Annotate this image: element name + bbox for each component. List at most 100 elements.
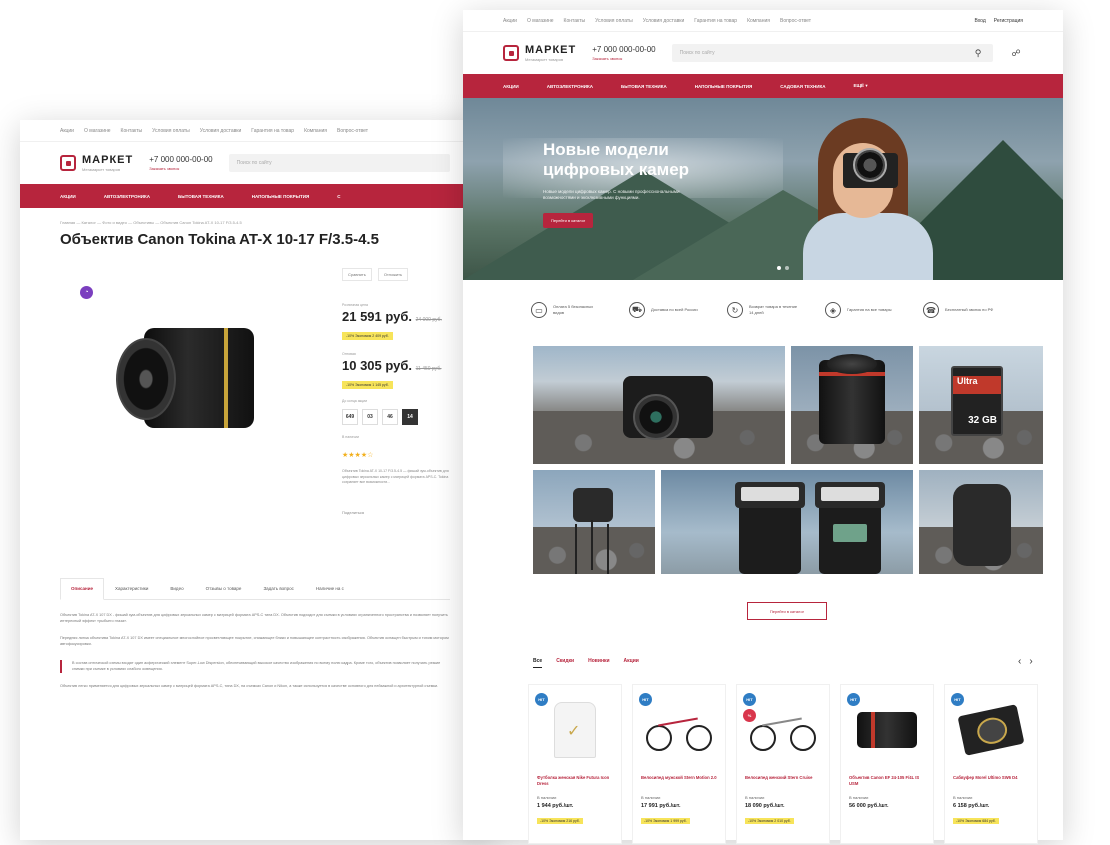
- chevron-left-icon[interactable]: ‹: [1018, 656, 1021, 667]
- top-nav-link[interactable]: Контакты: [564, 18, 586, 24]
- hero-banner: Новые модели цифровых камер Новые модели…: [463, 98, 1063, 280]
- top-nav-link[interactable]: Условия доставки: [643, 18, 685, 24]
- search-input[interactable]: Поиск по сайту ⚲: [671, 44, 993, 62]
- category-tile-flashes[interactable]: [661, 470, 913, 574]
- price-old: 24 000 руб.: [415, 317, 442, 323]
- tab-video[interactable]: Видео: [159, 578, 194, 599]
- menu-item[interactable]: Акции: [60, 194, 76, 199]
- menu-item-more[interactable]: Ещё ▾: [853, 83, 867, 89]
- product-name[interactable]: Сабвуфер Morel Ultimo SW6 D4: [953, 775, 1029, 789]
- tab-new[interactable]: Новинки: [588, 658, 609, 668]
- top-nav-link[interactable]: Вопрос-ответ: [337, 128, 368, 134]
- logo-icon: [503, 45, 519, 61]
- tab-reviews[interactable]: Отзывы о товаре: [195, 578, 253, 599]
- lens-front-glass: [116, 338, 176, 420]
- search-input[interactable]: Поиск по сайту: [228, 154, 450, 172]
- saving-badge: -10% Экономия 2 409 руб.: [342, 332, 393, 340]
- top-nav-link[interactable]: Условия оплаты: [595, 18, 633, 24]
- top-nav-link[interactable]: О магазине: [527, 18, 554, 24]
- menu-item[interactable]: С: [337, 194, 340, 199]
- header: МАРКЕТ Мегамаркет товаров +7 000 000-00-…: [20, 142, 490, 184]
- product-price: 18 090 руб./шт.: [745, 803, 785, 809]
- product-name[interactable]: Футболка женская Nike Futura Icon Dress: [537, 775, 613, 789]
- saving-badge: -10% Экономия 1 999 руб.: [641, 818, 690, 824]
- product-name[interactable]: Велосипед женский Stern Cruise: [745, 775, 821, 789]
- header: МАРКЕТ Мегамаркет товаров +7 000 000-00-…: [463, 32, 1063, 74]
- tab-specs[interactable]: Характеристики: [104, 578, 159, 599]
- top-nav-link[interactable]: Условия оплаты: [152, 128, 190, 134]
- cart-icon[interactable]: ☍: [1009, 46, 1023, 60]
- feature-item: ↻ Возврат товара в течение 14 дней: [727, 302, 799, 318]
- product-carousel: HIT Футболка женская Nike Futura Icon Dr…: [528, 684, 1038, 844]
- category-tile-lenses[interactable]: [791, 346, 913, 464]
- phone-number[interactable]: +7 000 000-00-00: [592, 45, 655, 54]
- top-nav-link[interactable]: Гарантия на товар: [251, 128, 294, 134]
- price-old: 11 450 руб.: [415, 366, 442, 372]
- product-name[interactable]: Объектив Canon EF 24-105 F/4L IS USM: [849, 775, 925, 789]
- top-nav-link[interactable]: О магазине: [84, 128, 111, 134]
- saving-badge: -10% Экономия 216 руб.: [537, 818, 583, 824]
- category-tile-cameras[interactable]: [533, 346, 785, 464]
- chevron-right-icon[interactable]: ›: [1029, 656, 1032, 667]
- tab-availability[interactable]: Наличие на с: [305, 578, 355, 599]
- tab-promo[interactable]: Акции: [624, 658, 639, 668]
- menu-item[interactable]: Бытовая техника: [178, 194, 224, 199]
- menu-item[interactable]: Автоэлектроника: [547, 84, 593, 89]
- page-title: Объектив Canon Tokina AT-X 10-17 F/3.5-4…: [60, 231, 379, 248]
- menu-item[interactable]: Напольные покрытия: [695, 84, 752, 89]
- product-card[interactable]: HIT Велосипед мужской Stern Motion 2.0 В…: [632, 684, 726, 844]
- product-main: ◔ Сравнить Отложить Розничная цена 21 59…: [20, 248, 490, 578]
- hit-badge: HIT: [639, 693, 652, 706]
- callback-link[interactable]: Заказать звонок: [149, 166, 212, 171]
- hit-badge: HIT: [951, 693, 964, 706]
- product-image[interactable]: [116, 318, 266, 448]
- menu-item[interactable]: Бытовая техника: [621, 84, 667, 89]
- login-link[interactable]: Вход: [974, 18, 985, 24]
- top-nav-link[interactable]: Вопрос-ответ: [780, 18, 811, 24]
- feature-text: Возврат товара в течение 14 дней: [749, 304, 798, 315]
- callback-link[interactable]: Заказать звонок: [592, 56, 655, 61]
- search-icon[interactable]: ⚲: [971, 46, 985, 60]
- hero-cta-button[interactable]: Перейти в каталог: [543, 213, 594, 229]
- tab-all[interactable]: Все: [533, 658, 543, 668]
- tab-discounts[interactable]: Скидки: [556, 658, 574, 668]
- menu-item[interactable]: Садовая техника: [780, 84, 825, 89]
- top-nav-link[interactable]: Компания: [747, 18, 770, 24]
- top-nav-link[interactable]: Акции: [60, 128, 74, 134]
- bicycle-image: [646, 713, 712, 751]
- logo[interactable]: МАРКЕТ Мегамаркет товаров: [503, 44, 576, 62]
- top-nav-link[interactable]: Компания: [304, 128, 327, 134]
- logo[interactable]: МАРКЕТ Мегамаркет товаров: [60, 154, 133, 172]
- category-tile-memory-cards[interactable]: Ultra 32 GB: [919, 346, 1043, 464]
- timer-days: 649: [342, 409, 358, 425]
- category-tile-bags[interactable]: [919, 470, 1043, 574]
- category-tile-tripods[interactable]: [533, 470, 655, 574]
- menu-item[interactable]: Напольные покрытия: [252, 194, 309, 199]
- breadcrumb[interactable]: Главная — Каталог — Фото и видео — Объек…: [20, 208, 490, 225]
- product-card[interactable]: HIT Объектив Canon EF 24-105 F/4L IS USM…: [840, 684, 934, 844]
- top-nav-link[interactable]: Условия доставки: [200, 128, 242, 134]
- slider-dot[interactable]: [785, 266, 789, 270]
- favorite-button[interactable]: Отложить: [377, 268, 409, 281]
- top-nav-link[interactable]: Гарантия на товар: [694, 18, 737, 24]
- compare-button[interactable]: Сравнить: [342, 268, 372, 281]
- share-button[interactable]: Поделиться: [342, 510, 472, 515]
- tab-description[interactable]: Описание: [60, 578, 105, 600]
- product-card[interactable]: HIT % Велосипед женский Stern Cruise В н…: [736, 684, 830, 844]
- description-paragraph: Объектив легко применяется для цифровых …: [60, 683, 439, 688]
- rating-stars[interactable]: ★★★★☆: [342, 451, 472, 459]
- product-name[interactable]: Велосипед мужской Stern Motion 2.0: [641, 775, 717, 789]
- product-card[interactable]: HIT Сабвуфер Morel Ultimo SW6 D4 В налич…: [944, 684, 1038, 844]
- slider-dot[interactable]: [777, 266, 781, 270]
- tab-ask[interactable]: Задать вопрос: [252, 578, 304, 599]
- catalog-button[interactable]: Перейти в каталог: [747, 602, 827, 620]
- top-nav-link[interactable]: Контакты: [121, 128, 143, 134]
- saving-badge: -10% Экономия 1 145 руб.: [342, 381, 393, 389]
- top-nav-link[interactable]: Акции: [503, 18, 517, 24]
- menu-item[interactable]: Автоэлектроника: [104, 194, 150, 199]
- product-card[interactable]: HIT Футболка женская Nike Futura Icon Dr…: [528, 684, 622, 844]
- phone-number[interactable]: +7 000 000-00-00: [149, 155, 212, 164]
- register-link[interactable]: Регистрация: [994, 18, 1023, 24]
- menu-item[interactable]: Акции: [503, 84, 519, 89]
- hero-text: Новые модели цифровых камер Новые модели…: [543, 140, 723, 229]
